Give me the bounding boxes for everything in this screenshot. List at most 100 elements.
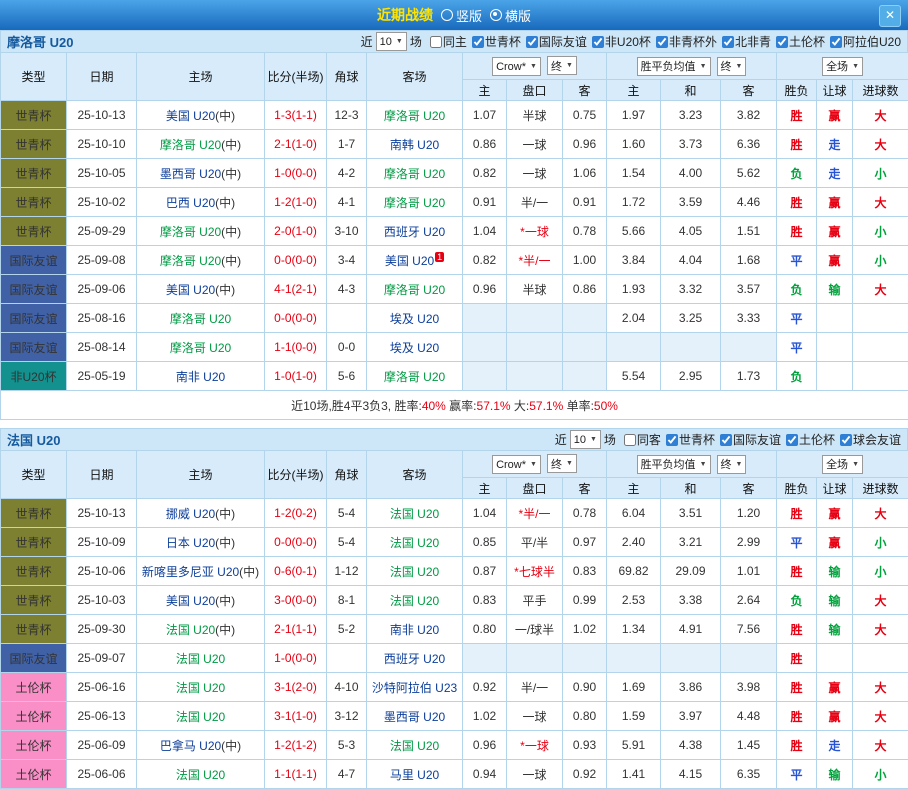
away-team-name[interactable]: 埃及 U20 (390, 312, 439, 326)
away-team-name[interactable]: 法国 U20 (390, 536, 439, 550)
home-team-name[interactable]: 摩洛哥 U20 (160, 225, 221, 239)
away-team-name[interactable]: 埃及 U20 (390, 341, 439, 355)
filter-checkbox[interactable]: 国际友谊 (523, 33, 587, 50)
checkbox-input[interactable] (720, 434, 732, 446)
games-count-select[interactable]: 10▼ (570, 430, 601, 449)
away-team-name[interactable]: 法国 U20 (390, 507, 439, 521)
home-team-name[interactable]: 美国 U20 (166, 109, 215, 123)
away-team-name[interactable]: 美国 U20 (385, 254, 434, 268)
scope-select[interactable]: 全场▼ (822, 455, 863, 474)
filter-checkbox[interactable]: 同客 (621, 431, 661, 448)
away-team-name[interactable]: 南韩 U20 (390, 138, 439, 152)
games-count-select[interactable]: 10▼ (376, 32, 407, 51)
odds-final-select[interactable]: 终▼ (547, 454, 577, 473)
away-team-name[interactable]: 西班牙 U20 (384, 652, 445, 666)
home-team-name[interactable]: 美国 U20 (166, 594, 215, 608)
away-team-name[interactable]: 西班牙 U20 (384, 225, 445, 239)
avg-odds-select-value: 胜平负均值 (641, 58, 696, 74)
away-team-cell: 摩洛哥 U20 (367, 101, 463, 130)
filter-checkbox[interactable]: 国际友谊 (717, 431, 781, 448)
away-team-name[interactable]: 墨西哥 U20 (384, 710, 445, 724)
away-team-name[interactable]: 法国 U20 (390, 565, 439, 579)
filter-checkbox[interactable]: 同主 (427, 33, 467, 50)
checkbox-input[interactable] (776, 36, 788, 48)
avg-final-select[interactable]: 终▼ (717, 455, 747, 474)
checkbox-input[interactable] (786, 434, 798, 446)
avg-away-cell: 1.45 (721, 731, 777, 760)
avg-draw-cell: 3.23 (661, 101, 721, 130)
home-team-name[interactable]: 法国 U20 (166, 623, 215, 637)
odds-final-select[interactable]: 终▼ (547, 56, 577, 75)
home-team-name[interactable]: 挪威 U20 (166, 507, 215, 521)
filter-checkbox[interactable]: 非青杯外 (653, 33, 717, 50)
home-team-cell: 南非 U20 (137, 362, 265, 391)
checkbox-input[interactable] (592, 36, 604, 48)
score-cell: 2-0(1-0) (265, 217, 327, 246)
away-team-name[interactable]: 马里 U20 (390, 768, 439, 782)
odds-source-select[interactable]: Crow*▼ (492, 57, 541, 76)
home-team-name[interactable]: 巴西 U20 (166, 196, 215, 210)
filter-checkbox[interactable]: 世青杯 (663, 431, 715, 448)
filter-checkbox[interactable]: 球会友谊 (837, 431, 901, 448)
checkbox-input[interactable] (666, 434, 678, 446)
view-option-horizontal[interactable]: 横版 (490, 6, 531, 25)
home-team-name[interactable]: 墨西哥 U20 (160, 167, 221, 181)
scope-select[interactable]: 全场▼ (822, 57, 863, 76)
filter-checkbox[interactable]: 土伦杯 (773, 33, 825, 50)
away-team-name[interactable]: 摩洛哥 U20 (384, 167, 445, 181)
filter-checkbox[interactable]: 非U20杯 (589, 33, 651, 50)
odds-away-cell: 0.78 (563, 217, 607, 246)
home-team-cell: 美国 U20(中) (137, 275, 265, 304)
filter-checkbox[interactable]: 土伦杯 (783, 431, 835, 448)
avg-final-select[interactable]: 终▼ (717, 57, 747, 76)
avg-draw-cell: 4.00 (661, 159, 721, 188)
home-team-name[interactable]: 摩洛哥 U20 (170, 341, 231, 355)
away-team-name[interactable]: 摩洛哥 U20 (384, 370, 445, 384)
table-row: 土伦杯25-06-06法国 U201-1(1-1)4-7马里 U200.94一球… (1, 760, 908, 789)
avg-odds-select[interactable]: 胜平负均值▼ (637, 57, 711, 76)
checkbox-input[interactable] (830, 36, 842, 48)
home-team-name[interactable]: 摩洛哥 U20 (170, 312, 231, 326)
home-team-name[interactable]: 法国 U20 (176, 768, 225, 782)
checkbox-input[interactable] (526, 36, 538, 48)
summary-text: 40% (422, 399, 446, 413)
checkbox-input[interactable] (656, 36, 668, 48)
match-type-cell: 土伦杯 (1, 760, 67, 789)
home-team-name[interactable]: 巴拿马 U20 (160, 739, 221, 753)
home-team-name[interactable]: 美国 U20 (166, 283, 215, 297)
checkbox-input[interactable] (624, 434, 636, 446)
avg-odds-select[interactable]: 胜平负均值▼ (637, 455, 711, 474)
filter-checkbox[interactable]: 阿拉伯U20 (827, 33, 901, 50)
handicap-line-cell: 平/半 (507, 528, 563, 557)
home-team-name[interactable]: 摩洛哥 U20 (160, 254, 221, 268)
close-icon[interactable]: ✕ (879, 5, 901, 27)
view-option-vertical[interactable]: 竖版 (441, 6, 482, 25)
away-team-name[interactable]: 法国 U20 (390, 594, 439, 608)
odds-source-select[interactable]: Crow*▼ (492, 455, 541, 474)
checkbox-input[interactable] (840, 434, 852, 446)
home-team-name[interactable]: 新喀里多尼亚 U20 (142, 565, 239, 579)
home-team-name[interactable]: 南非 U20 (176, 370, 225, 384)
odds-home-cell (463, 333, 507, 362)
home-team-name[interactable]: 法国 U20 (176, 681, 225, 695)
result-wdl-cell: 胜 (777, 731, 817, 760)
home-team-name[interactable]: 法国 U20 (176, 652, 225, 666)
away-team-name[interactable]: 摩洛哥 U20 (384, 283, 445, 297)
checkbox-input[interactable] (472, 36, 484, 48)
result-goals-cell: 大 (853, 673, 908, 702)
home-team-name[interactable]: 法国 U20 (176, 710, 225, 724)
away-team-name[interactable]: 法国 U20 (390, 739, 439, 753)
filter-checkbox[interactable]: 北非青 (719, 33, 771, 50)
result-goals-cell (853, 304, 908, 333)
away-team-name[interactable]: 摩洛哥 U20 (384, 196, 445, 210)
away-team-name[interactable]: 摩洛哥 U20 (384, 109, 445, 123)
home-team-name[interactable]: 摩洛哥 U20 (160, 138, 221, 152)
avg-away-cell: 4.46 (721, 188, 777, 217)
odds-home-cell: 0.87 (463, 557, 507, 586)
away-team-name[interactable]: 沙特阿拉伯 U23 (372, 681, 457, 695)
away-team-name[interactable]: 南非 U20 (390, 623, 439, 637)
checkbox-input[interactable] (430, 36, 442, 48)
home-team-name[interactable]: 日本 U20 (166, 536, 215, 550)
filter-checkbox[interactable]: 世青杯 (469, 33, 521, 50)
checkbox-input[interactable] (722, 36, 734, 48)
